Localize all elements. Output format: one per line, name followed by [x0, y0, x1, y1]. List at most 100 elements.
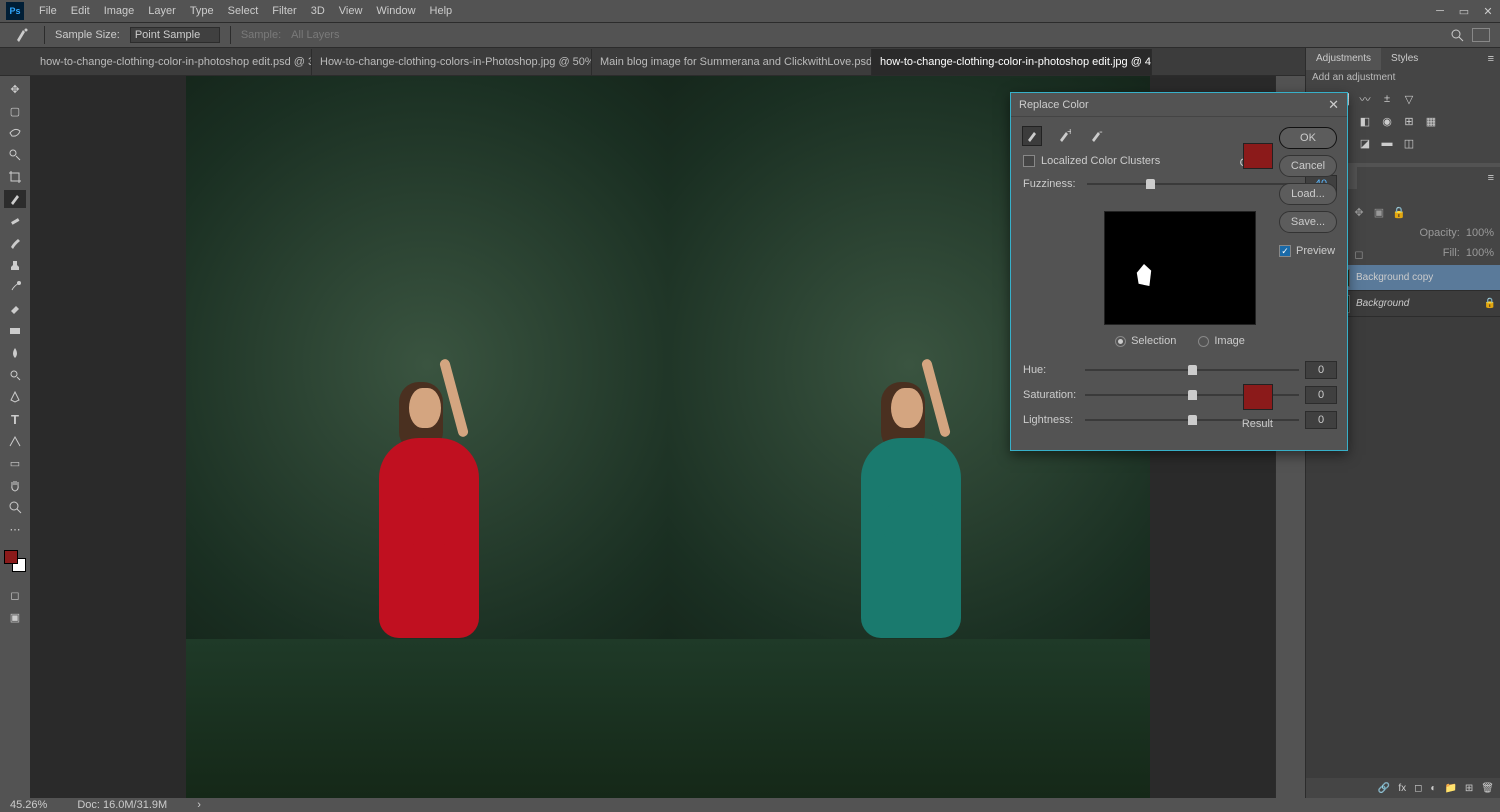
- close-icon[interactable]: ✕: [1328, 97, 1339, 113]
- hue-input[interactable]: 0: [1305, 361, 1337, 379]
- new-layer-icon[interactable]: ⊞: [1465, 783, 1473, 794]
- foreground-color-swatch[interactable]: [4, 550, 18, 564]
- quick-mask-icon[interactable]: ◻: [4, 586, 26, 604]
- curves-icon[interactable]: 〰: [1356, 91, 1374, 107]
- menu-image[interactable]: Image: [97, 0, 142, 22]
- zoom-tool-icon[interactable]: [4, 498, 26, 516]
- result-swatch[interactable]: [1243, 384, 1273, 410]
- bw-icon[interactable]: ◧: [1356, 113, 1374, 129]
- gradient-tool-icon[interactable]: [4, 322, 26, 340]
- link-icon[interactable]: 🔗: [1378, 783, 1390, 794]
- screen-mode-icon[interactable]: ▣: [4, 608, 26, 626]
- status-arrow-icon[interactable]: ›: [197, 799, 201, 811]
- eyedropper-plus-icon[interactable]: +: [1055, 127, 1073, 145]
- doc-size[interactable]: Doc: 16.0M/31.9M: [77, 799, 167, 811]
- menu-edit[interactable]: Edit: [64, 0, 97, 22]
- styles-tab[interactable]: Styles: [1381, 48, 1428, 70]
- adjustments-tab[interactable]: Adjustments: [1306, 48, 1381, 70]
- selection-preview[interactable]: [1104, 211, 1256, 325]
- color-swatch[interactable]: [1243, 143, 1273, 169]
- panel-menu-icon[interactable]: ≡: [1482, 53, 1500, 65]
- fill-value[interactable]: 100%: [1466, 247, 1494, 261]
- crop-tool-icon[interactable]: [4, 168, 26, 186]
- preview-checkbox[interactable]: ✓: [1279, 245, 1291, 257]
- move-tool-icon[interactable]: ✥: [4, 80, 26, 98]
- selection-radio[interactable]: Selection: [1115, 335, 1176, 347]
- lock-position-icon[interactable]: ✥: [1352, 205, 1366, 219]
- document-tab[interactable]: How-to-change-clothing-colors-in-Photosh…: [312, 49, 592, 75]
- marquee-tool-icon[interactable]: ▢: [4, 102, 26, 120]
- lock-all-icon[interactable]: 🔒: [1392, 205, 1406, 219]
- pen-tool-icon[interactable]: [4, 388, 26, 406]
- quick-select-tool-icon[interactable]: [4, 146, 26, 164]
- edit-toolbar-icon[interactable]: ⋯: [4, 520, 26, 538]
- menu-filter[interactable]: Filter: [265, 0, 303, 22]
- menu-help[interactable]: Help: [423, 0, 460, 22]
- color-lookup-icon[interactable]: ▦: [1422, 113, 1440, 129]
- channel-mixer-icon[interactable]: ⊞: [1400, 113, 1418, 129]
- healing-tool-icon[interactable]: [4, 212, 26, 230]
- opacity-value[interactable]: 100%: [1466, 227, 1494, 239]
- menu-3d[interactable]: 3D: [304, 0, 332, 22]
- lock-artboard-icon[interactable]: ▣: [1372, 205, 1386, 219]
- menu-view[interactable]: View: [332, 0, 370, 22]
- exposure-icon[interactable]: ±: [1378, 91, 1396, 107]
- path-tool-icon[interactable]: [4, 432, 26, 450]
- layer-name[interactable]: Background copy: [1356, 272, 1433, 283]
- photo-filter-icon[interactable]: ◉: [1378, 113, 1396, 129]
- ok-button[interactable]: OK: [1279, 127, 1337, 149]
- image-radio[interactable]: Image: [1198, 335, 1245, 347]
- current-tool-icon[interactable]: [10, 25, 34, 45]
- workspace-switcher-icon[interactable]: [1472, 28, 1490, 42]
- load-button[interactable]: Load...: [1279, 183, 1337, 205]
- saturation-input[interactable]: 0: [1305, 386, 1337, 404]
- history-brush-tool-icon[interactable]: [4, 278, 26, 296]
- localized-checkbox[interactable]: [1023, 155, 1035, 167]
- eraser-tool-icon[interactable]: [4, 300, 26, 318]
- menu-type[interactable]: Type: [183, 0, 221, 22]
- vibrance-icon[interactable]: ▽: [1400, 91, 1418, 107]
- stamp-tool-icon[interactable]: [4, 256, 26, 274]
- threshold-icon[interactable]: ◪: [1356, 135, 1374, 151]
- selective-color-icon[interactable]: ◫: [1400, 135, 1418, 151]
- fuzziness-slider[interactable]: [1087, 177, 1297, 191]
- layer-mask-icon[interactable]: ◻: [1352, 247, 1366, 261]
- replace-color-dialog[interactable]: Replace Color ✕ + - Localized Color Clus…: [1010, 92, 1348, 451]
- document-canvas[interactable]: [186, 76, 1150, 798]
- blur-tool-icon[interactable]: [4, 344, 26, 362]
- hue-slider[interactable]: [1085, 363, 1299, 377]
- zoom-level[interactable]: 45.26%: [10, 799, 47, 811]
- lock-icon[interactable]: 🔒: [1484, 298, 1496, 309]
- brush-tool-icon[interactable]: [4, 234, 26, 252]
- eyedropper-minus-icon[interactable]: -: [1087, 127, 1105, 145]
- menu-file[interactable]: File: [32, 0, 64, 22]
- search-icon[interactable]: [1450, 28, 1464, 42]
- document-tab[interactable]: how-to-change-clothing-color-in-photosho…: [32, 49, 312, 75]
- save-button[interactable]: Save...: [1279, 211, 1337, 233]
- group-icon[interactable]: 📁: [1444, 783, 1456, 794]
- panel-menu-icon[interactable]: ≡: [1482, 172, 1500, 184]
- menu-select[interactable]: Select: [221, 0, 266, 22]
- lightness-input[interactable]: 0: [1305, 411, 1337, 429]
- color-swatches[interactable]: [4, 550, 26, 572]
- window-close-icon[interactable]: ✕: [1476, 0, 1500, 22]
- document-tab[interactable]: Main blog image for Summerana and Clickw…: [592, 49, 872, 75]
- window-minimize-icon[interactable]: ─: [1428, 0, 1452, 22]
- dialog-titlebar[interactable]: Replace Color ✕: [1011, 93, 1347, 117]
- adjustment-layer-icon[interactable]: ◐: [1430, 783, 1436, 794]
- fx-icon[interactable]: fx: [1398, 783, 1406, 794]
- shape-tool-icon[interactable]: ▭: [4, 454, 26, 472]
- delete-layer-icon[interactable]: 🗑: [1481, 783, 1494, 794]
- menu-window[interactable]: Window: [369, 0, 422, 22]
- gradient-map-icon[interactable]: ▬: [1378, 135, 1396, 151]
- eyedropper-tool-icon[interactable]: [4, 190, 26, 208]
- cancel-button[interactable]: Cancel: [1279, 155, 1337, 177]
- eyedropper-icon[interactable]: [1023, 127, 1041, 145]
- menu-layer[interactable]: Layer: [141, 0, 183, 22]
- hand-tool-icon[interactable]: [4, 476, 26, 494]
- dodge-tool-icon[interactable]: [4, 366, 26, 384]
- lasso-tool-icon[interactable]: [4, 124, 26, 142]
- mask-icon[interactable]: ◻: [1414, 783, 1422, 794]
- type-tool-icon[interactable]: T: [4, 410, 26, 428]
- window-maximize-icon[interactable]: ▭: [1452, 0, 1476, 22]
